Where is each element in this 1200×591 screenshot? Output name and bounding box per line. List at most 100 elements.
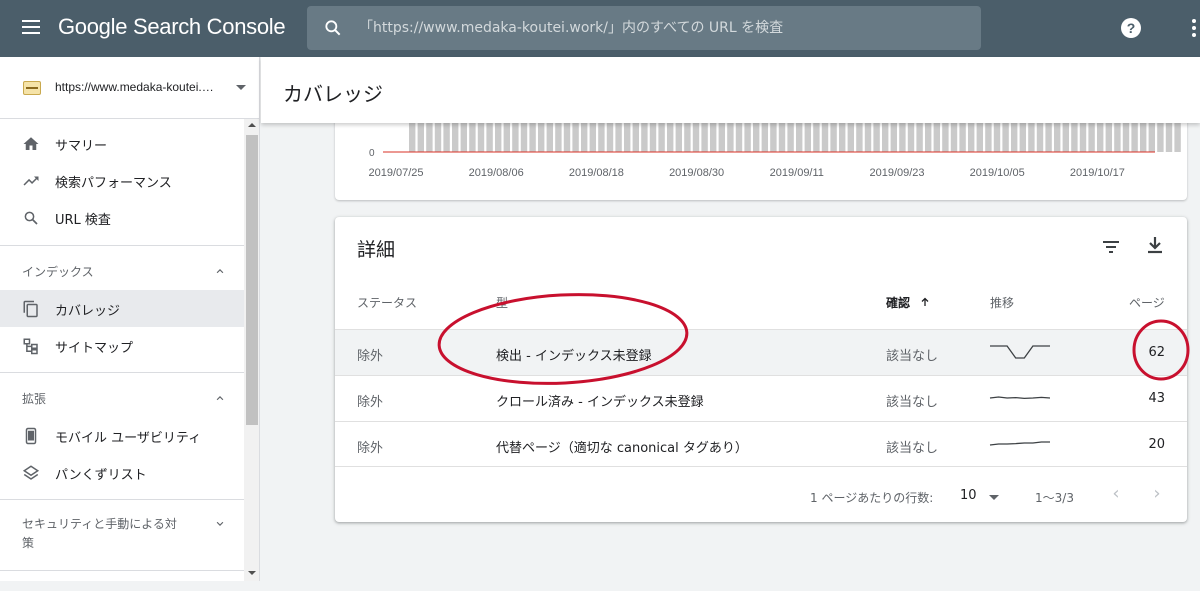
- trending-up-icon: [23, 176, 39, 186]
- section-label: セキュリティと手動による対策: [22, 517, 177, 550]
- sparkline-path: [989, 396, 1051, 400]
- top-app-bar: Google Search Console ?: [0, 0, 1200, 57]
- chart-bar: [572, 122, 579, 152]
- page-title: カバレッジ: [283, 82, 383, 106]
- chart-bar: [804, 122, 811, 152]
- chart-bar: [520, 122, 528, 152]
- table-row[interactable]: 除外 検出 - インデックス未登録 該当なし 62: [335, 329, 1187, 375]
- sidebar-item-url-inspection[interactable]: URL 検査: [0, 199, 244, 236]
- property-url: https://www.medaka-koutei.work/: [55, 80, 215, 94]
- section-header-security[interactable]: セキュリティと手動による対策: [0, 509, 244, 559]
- chart-bar: [710, 122, 717, 152]
- chart-bar: [796, 122, 803, 152]
- chart-bar: [727, 122, 734, 152]
- chart-bar: [1165, 122, 1173, 152]
- home-icon: [23, 137, 39, 150]
- url-inspection-search[interactable]: [307, 6, 981, 50]
- chart-bar: [589, 122, 596, 152]
- sidebar-item-breadcrumbs[interactable]: パンくずリスト: [0, 454, 244, 491]
- chart-bar: [546, 122, 553, 152]
- section-header-index[interactable]: インデックス: [0, 256, 244, 286]
- row-status: 除外: [357, 441, 384, 456]
- section-label: インデックス: [22, 265, 94, 279]
- excluded-bars: [409, 122, 1181, 152]
- chart-bar: [495, 122, 502, 152]
- chart-bar: [813, 122, 820, 152]
- chart-bar: [1071, 122, 1078, 152]
- chart-bar: [1114, 122, 1121, 152]
- chart-bar: [469, 122, 476, 152]
- chart-bar: [1148, 122, 1155, 152]
- app-logo[interactable]: Google Search Console: [58, 14, 286, 40]
- sidebar-item-label: URL 検査: [55, 213, 111, 228]
- help-icon[interactable]: ?: [1121, 18, 1141, 38]
- row-type: クロール済み - インデックス未登録: [496, 395, 704, 410]
- chevron-up-icon: [216, 269, 224, 274]
- chart-bar: [641, 122, 648, 152]
- sidebar-item-summary[interactable]: サマリー: [0, 125, 244, 162]
- sparkline-path: [990, 345, 1050, 359]
- column-header-pages[interactable]: ページ: [1129, 294, 1165, 311]
- chart-bar: [615, 122, 622, 152]
- chart-bar: [761, 122, 768, 152]
- y-axis-zero-label: 0: [369, 148, 375, 159]
- chart-bar: [839, 122, 846, 152]
- chart-bar: [477, 122, 485, 152]
- table-row[interactable]: 除外 クロール済み - インデックス未登録 該当なし 43: [335, 375, 1187, 421]
- chart-bar: [959, 122, 966, 152]
- main-menu-button[interactable]: [20, 17, 42, 39]
- property-favicon-icon: [23, 81, 41, 95]
- rows-per-page-select[interactable]: 10: [960, 488, 977, 503]
- chart-bar: [856, 122, 863, 152]
- download-icon[interactable]: [1143, 233, 1167, 257]
- sparkline-path: [989, 441, 1050, 446]
- search-input[interactable]: [359, 12, 959, 44]
- column-header-type[interactable]: 型: [496, 294, 508, 311]
- chart-bar: [968, 122, 975, 152]
- chart-bar: [847, 122, 854, 152]
- chart-bar: [529, 122, 536, 152]
- chart-bar: [452, 122, 459, 152]
- scroll-down-arrow-icon[interactable]: [248, 571, 256, 575]
- chart-bar: [426, 122, 433, 152]
- sidebar-scroll-thumb[interactable]: [246, 135, 258, 425]
- column-header-trend[interactable]: 推移: [990, 294, 1014, 311]
- chart-bar: [925, 122, 932, 152]
- x-axis-tick-label: 2019/10/17: [1070, 167, 1125, 179]
- chart-bar: [503, 122, 510, 152]
- chart-bar: [770, 122, 777, 152]
- property-selector[interactable]: https://www.medaka-koutei.work/: [0, 57, 259, 119]
- chart-bar: [606, 122, 614, 152]
- sidebar-divider: [0, 499, 244, 500]
- next-page-icon[interactable]: ›: [1146, 483, 1168, 505]
- row-status: 除外: [357, 395, 384, 410]
- x-axis-labels: 2019/07/25 2019/08/06 2019/08/18 2019/08/30…: [368, 167, 1124, 179]
- column-header-validation[interactable]: 確認: [886, 294, 931, 311]
- chart-bar: [684, 122, 691, 152]
- chart-bar: [598, 122, 605, 152]
- search-icon: [325, 20, 341, 36]
- previous-page-icon[interactable]: ‹: [1105, 483, 1127, 505]
- chart-bar: [417, 122, 424, 152]
- dropdown-arrow-icon[interactable]: [989, 495, 999, 500]
- sidebar-item-coverage[interactable]: カバレッジ: [0, 290, 244, 327]
- sidebar-item-performance[interactable]: 検索パフォーマンス: [0, 162, 244, 199]
- column-header-status[interactable]: ステータス: [357, 294, 417, 311]
- chart-bar: [409, 122, 416, 152]
- chart-bar: [460, 122, 467, 152]
- section-header-enhancements[interactable]: 拡張: [0, 383, 244, 413]
- sidebar-divider: [0, 570, 244, 571]
- apps-grid-icon[interactable]: [1190, 19, 1200, 37]
- file-copy-icon: [23, 300, 38, 318]
- filter-icon[interactable]: [1099, 235, 1123, 259]
- table-row[interactable]: 除外 代替ページ（適切な canonical タグあり） 該当なし 20: [335, 421, 1187, 467]
- scroll-up-arrow-icon[interactable]: [248, 123, 256, 127]
- chart-bar: [667, 122, 674, 152]
- chevron-up-icon: [216, 396, 224, 401]
- chart-bar: [916, 122, 923, 152]
- chart-bar: [1062, 122, 1069, 152]
- sidebar-item-label: サイトマップ: [55, 341, 134, 356]
- sidebar-item-sitemaps[interactable]: サイトマップ: [0, 327, 244, 364]
- sidebar-item-mobile-usability[interactable]: モバイル ユーザビリティ: [0, 417, 244, 454]
- chart-bar: [434, 122, 442, 152]
